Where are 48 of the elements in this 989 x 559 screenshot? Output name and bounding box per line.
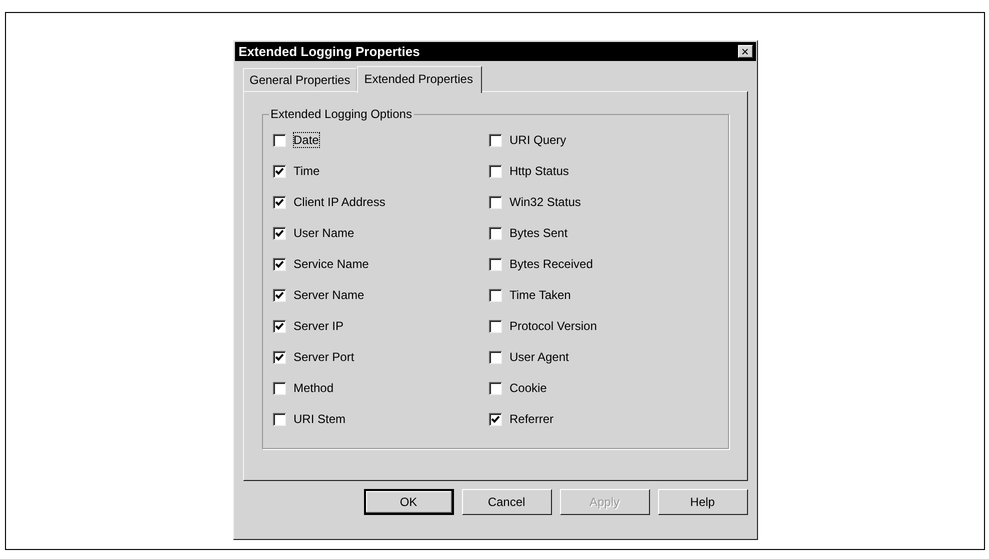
checkbox-label[interactable]: Time Taken [510, 288, 571, 302]
dialog-button[interactable]: OK [364, 489, 454, 515]
checkbox-label[interactable]: Http Status [510, 164, 569, 178]
group-title: Extended Logging Options [268, 107, 414, 121]
checkbox-label[interactable]: Referrer [510, 412, 554, 426]
checkbox[interactable] [272, 196, 286, 208]
checkbox[interactable] [488, 226, 502, 240]
checkbox[interactable] [488, 320, 502, 332]
window-title: Extended Logging Properties [238, 44, 420, 59]
checkbox-label[interactable]: Win32 Status [510, 195, 581, 209]
checkbox[interactable] [488, 288, 502, 302]
checkbox[interactable] [488, 196, 502, 208]
checkbox[interactable] [272, 134, 286, 146]
checkbox-label[interactable]: Server IP [294, 319, 344, 333]
checkbox-label[interactable]: Server Name [294, 288, 364, 302]
checkbox-label[interactable]: Service Name [294, 257, 369, 271]
checkbox-label[interactable]: Server Port [294, 350, 354, 364]
checkbox[interactable] [488, 350, 502, 364]
checkbox[interactable] [272, 382, 286, 394]
checkbox[interactable] [272, 350, 286, 364]
dialog-button[interactable]: Help [658, 489, 748, 515]
checkbox[interactable] [272, 258, 286, 270]
checkbox-label[interactable]: Client IP Address [294, 195, 386, 209]
dialog-button[interactable]: Cancel [462, 489, 552, 515]
checkbox[interactable] [272, 226, 286, 240]
checkbox-label[interactable]: Method [294, 381, 334, 395]
checkbox[interactable] [488, 412, 502, 426]
tab[interactable]: General Properties [242, 68, 358, 91]
checkbox-label[interactable]: User Name [294, 226, 354, 240]
checkbox[interactable] [272, 164, 286, 178]
checkbox[interactable] [488, 164, 502, 178]
close-button[interactable]: × [738, 45, 752, 58]
checkbox[interactable] [272, 320, 286, 332]
checkbox[interactable] [272, 288, 286, 302]
checkbox-label[interactable]: Cookie [510, 381, 547, 395]
checkbox[interactable] [272, 412, 286, 426]
checkbox-label[interactable]: Time [294, 164, 320, 178]
checkbox-label[interactable]: URI Stem [294, 412, 346, 426]
checkbox[interactable] [488, 382, 502, 394]
checkbox-label[interactable]: Protocol Version [510, 319, 597, 333]
tab[interactable]: Extended Properties [357, 66, 482, 93]
checkbox-label[interactable]: Bytes Sent [510, 226, 568, 240]
checkbox[interactable] [488, 258, 502, 270]
checkbox-label[interactable]: User Agent [510, 350, 569, 364]
checkbox-label[interactable]: URI Query [510, 133, 566, 147]
checkbox[interactable] [488, 134, 502, 146]
checkbox-label[interactable]: Bytes Received [510, 257, 593, 271]
checkbox-label[interactable]: Date [294, 133, 319, 147]
